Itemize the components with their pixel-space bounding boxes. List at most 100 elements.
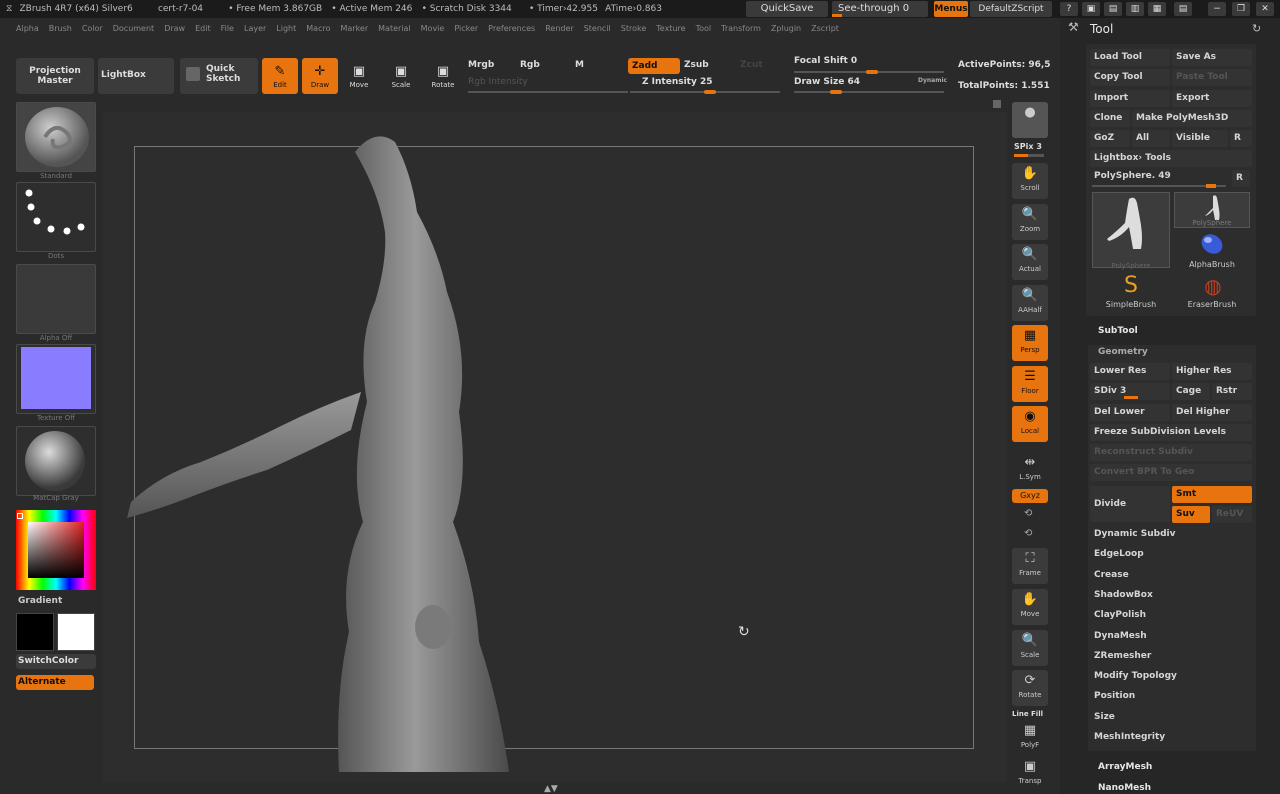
convert-bpr-button[interactable]: Convert BPR To Geo [1090,464,1252,481]
lsym-button[interactable]: ⇹ L.Sym [1012,452,1048,481]
sculpt-model[interactable] [103,112,1007,782]
reconstruct-subdiv-button[interactable]: Reconstruct Subdiv [1090,444,1252,461]
layout-icon-3[interactable]: ▥ [1126,2,1144,16]
r-button[interactable]: R [1230,130,1252,147]
switchcolor-button[interactable]: SwitchColor [16,654,96,669]
visible-button[interactable]: Visible [1172,130,1228,147]
aahalf-button[interactable]: 🔍 AAHalf [1012,285,1048,321]
edgeloop-section[interactable]: EdgeLoop [1094,549,1144,559]
layout-icon-4[interactable]: ▦ [1148,2,1166,16]
eraserbrush-icon[interactable]: ◍ [1198,272,1228,300]
local-button[interactable]: ◉ Local [1012,406,1048,442]
focal-shift-slider[interactable]: Focal Shift 0 [794,56,857,66]
xyz-button[interactable]: Gxyz [1012,489,1048,503]
menu-edit[interactable]: Edit [195,21,211,37]
paste-tool-button[interactable]: Paste Tool [1172,69,1252,86]
claypolish-section[interactable]: ClayPolish [1094,610,1146,620]
spix-label[interactable]: SPix 3 [1014,142,1042,151]
dynamic-subdiv-section[interactable]: Dynamic Subdiv [1094,529,1175,539]
minimize-icon[interactable]: − [1208,2,1226,16]
frame-button[interactable]: ⛶ Frame [1012,548,1048,584]
freeze-subdivision-button[interactable]: Freeze SubDivision Levels [1090,424,1252,441]
color-picker[interactable] [16,510,96,590]
menu-document[interactable]: Document [113,21,154,37]
menu-preferences[interactable]: Preferences [488,21,535,37]
menu-stroke[interactable]: Stroke [621,21,647,37]
transp-button[interactable]: ▣ Transp [1012,756,1048,786]
layout-icon-2[interactable]: ▤ [1104,2,1122,16]
dynamesh-section[interactable]: DynaMesh [1094,631,1147,641]
color-saturation-square[interactable] [28,522,84,578]
menu-light[interactable]: Light [276,21,296,37]
see-through-slider[interactable]: See-through 0 [832,1,928,17]
menu-draw[interactable]: Draw [164,21,185,37]
alternate-button[interactable]: Alternate [16,675,94,690]
smt-button[interactable]: Smt [1172,486,1252,503]
higher-res-button[interactable]: Higher Res [1172,363,1252,380]
draw-size-slider[interactable]: Draw Size 64 [794,77,860,87]
scale-button[interactable]: ▣ Scale [386,58,416,94]
rgb-button[interactable]: Rgb [520,60,540,70]
menu-zplugin[interactable]: Zplugin [771,21,801,37]
brush-thumbnail[interactable] [16,102,96,172]
polysphere-r-button[interactable]: R [1232,170,1250,187]
all-button[interactable]: All [1132,130,1170,147]
material-thumbnail[interactable] [16,426,96,496]
z-intensity-slider[interactable]: Z Intensity 25 [642,77,713,87]
make-polymesh-button[interactable]: Make PolyMesh3D [1132,110,1252,127]
primary-color-swatch[interactable] [16,613,54,651]
dynamic-button[interactable]: Dynamic [918,77,947,84]
menu-stencil[interactable]: Stencil [584,21,611,37]
crease-section[interactable]: Crease [1094,570,1129,580]
lightbox-tools-button[interactable]: Lightbox› Tools [1090,150,1252,167]
export-button[interactable]: Export [1172,90,1252,107]
scale-view-button[interactable]: 🔍 Scale [1012,630,1048,666]
suv-button[interactable]: Suv [1172,506,1210,523]
menu-render[interactable]: Render [545,21,573,37]
menu-picker[interactable]: Picker [454,21,478,37]
lightbox-button[interactable]: LightBox [98,58,174,94]
meshintegrity-section[interactable]: MeshIntegrity [1094,732,1165,742]
menu-marker[interactable]: Marker [340,21,368,37]
panel-refresh-icon[interactable]: ↻ [1252,22,1261,35]
menu-texture[interactable]: Texture [656,21,685,37]
canvas-resize-handle[interactable] [993,100,1001,108]
move-view-button[interactable]: ✋ Move [1012,589,1048,625]
texture-thumbnail[interactable] [16,344,96,414]
shadowbox-section[interactable]: ShadowBox [1094,590,1153,600]
simplebrush-icon[interactable]: S [1116,272,1146,300]
default-zscript-button[interactable]: DefaultZScript [970,1,1052,17]
restore-icon[interactable]: ❐ [1232,2,1250,16]
alpha-thumbnail[interactable] [16,264,96,334]
geometry-section[interactable]: Geometry [1098,347,1148,357]
cage-button[interactable]: Cage [1172,383,1210,400]
menu-brush[interactable]: Brush [49,21,72,37]
rgb-intensity-slider[interactable]: Rgb Intensity [468,77,528,87]
lower-res-button[interactable]: Lower Res [1090,363,1170,380]
menu-tool[interactable]: Tool [696,21,712,37]
arraymesh-section[interactable]: ArrayMesh [1098,762,1152,772]
move-button[interactable]: ▣ Move [344,58,374,94]
menu-zscript[interactable]: Zscript [811,21,839,37]
rotate-z-icon[interactable]: ⟲ [1024,528,1032,539]
m-button[interactable]: M [575,60,584,70]
load-tool-button[interactable]: Load Tool [1090,49,1170,66]
lock-icon[interactable]: ▤ [1174,2,1192,16]
clone-button[interactable]: Clone [1090,110,1130,127]
close-icon[interactable]: ✕ [1256,2,1274,16]
scroll-button[interactable]: ✋ Scroll [1012,163,1048,199]
rotate-view-button[interactable]: ⟳ Rotate [1012,670,1048,706]
save-as-button[interactable]: Save As [1172,49,1252,66]
actual-button[interactable]: 🔍 Actual [1012,244,1048,280]
gradient-label[interactable]: Gradient [18,596,62,606]
current-tool-thumbnail[interactable] [1092,192,1170,268]
menu-material[interactable]: Material [378,21,411,37]
polysphere-slider[interactable]: PolySphere. 49 [1090,168,1228,185]
copy-tool-button[interactable]: Copy Tool [1090,69,1170,86]
nanomesh-section[interactable]: NanoMesh [1098,783,1151,793]
menu-alpha[interactable]: Alpha [16,21,39,37]
polyf-button[interactable]: ▦ PolyF [1012,720,1048,749]
quick-sketch-button[interactable]: Quick Sketch [180,58,258,94]
alphabrush-icon[interactable] [1196,230,1226,258]
projection-master-button[interactable]: Projection Master [16,58,94,94]
